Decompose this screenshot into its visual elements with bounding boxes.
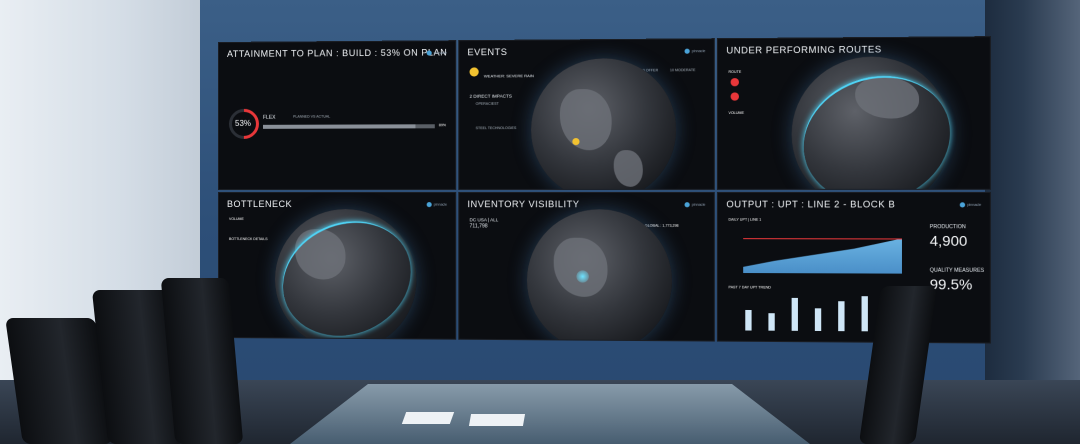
gauge-value: 53% <box>235 119 251 128</box>
trend-bar <box>862 296 868 331</box>
bottleneck-globe <box>275 209 416 340</box>
inventory-globe <box>527 209 672 341</box>
trend-bar <box>815 308 821 331</box>
global-total: GLOBAL : 1,773,298 <box>645 224 679 229</box>
trend-label: PAST 7 DAY UPT TREND <box>728 285 771 290</box>
column-header: PLANNED VS ACTUAL <box>293 115 330 120</box>
attainment-panel: ATTAINMENT TO PLAN : BUILD : 53% ON PLAN… <box>218 40 456 190</box>
routes-globe <box>792 56 952 190</box>
volume-label: VOLUME <box>229 217 244 222</box>
routes-panel: UNDER PERFORMING ROUTES ROUTE VOLUME <box>717 36 991 190</box>
row-label: FLEX <box>263 115 276 121</box>
inventory-panel: INVENTORY VISIBILITY pinnacle DC USA | A… <box>458 192 715 342</box>
brand-logo: pinnacle <box>960 202 982 207</box>
brand-logo: pinnacle <box>684 202 705 207</box>
routes-title: UNDER PERFORMING ROUTES <box>726 44 881 55</box>
event-heading: WEATHER: SEVERE RAIN <box>484 73 534 78</box>
volume-label: VOLUME <box>728 111 744 116</box>
output-title: OUTPUT : UPT : LINE 2 - BLOCK B <box>726 199 895 209</box>
quality-label: QUALITY MEASURES <box>930 268 984 274</box>
target-line <box>743 238 902 239</box>
output-panel: OUTPUT : UPT : LINE 2 - BLOCK B pinnacle… <box>717 192 991 344</box>
events-stat-3: 10 MODERATE <box>670 68 696 73</box>
progress-fill <box>263 124 416 129</box>
left-wall <box>0 0 205 444</box>
paper-sheet <box>469 414 525 426</box>
paper-sheet <box>402 412 454 424</box>
bottleneck-panel: BOTTLENECK pinnacle VOLUME BOTTLENECK DE… <box>218 192 456 340</box>
video-wall: ATTAINMENT TO PLAN : BUILD : 53% ON PLAN… <box>218 36 991 352</box>
location-value: 711,798 <box>470 223 488 229</box>
impacts-heading: 2 DIRECT IMPACTS <box>470 94 512 99</box>
brand-logo: pinnacle <box>427 50 447 55</box>
bottleneck-title: BOTTLENECK <box>227 199 292 209</box>
production-value: 4,900 <box>930 232 968 249</box>
daily-label: DAILY UPT | LINE 1 <box>728 218 761 223</box>
trend-bar <box>792 297 798 330</box>
trend-bar <box>838 301 844 331</box>
details-label: BOTTLENECK DETAILS <box>229 237 268 242</box>
bottleneck-route <box>264 201 430 340</box>
events-globe <box>531 58 676 190</box>
trend-bar-chart <box>745 294 904 332</box>
inventory-hotspot <box>576 270 588 282</box>
right-wall <box>985 0 1080 444</box>
location-label: DC USA | ALL <box>470 217 499 222</box>
glass-table <box>290 384 810 444</box>
brand-logo: pinnacle <box>684 49 705 54</box>
quality-value: 99.5% <box>930 276 973 293</box>
inventory-title: INVENTORY VISIBILITY <box>467 199 579 209</box>
events-title: EVENTS <box>467 47 507 57</box>
impact-item-1: OPERACIEST <box>476 102 499 107</box>
route-path <box>785 56 969 190</box>
row-percent: 89% <box>439 123 446 128</box>
brand-logo: pinnacle <box>427 202 447 207</box>
route-icon-2 <box>731 92 739 100</box>
trend-bar <box>885 305 891 331</box>
attainment-title: ATTAINMENT TO PLAN : BUILD : 53% ON PLAN <box>227 47 447 59</box>
production-label: PRODUCTION <box>930 224 966 230</box>
events-panel: EVENTS pinnacle 0 OFFLINE 0 OFFER 10 MOD… <box>458 38 715 190</box>
impact-item-2: STEEL TECHNOLOGIES <box>476 126 517 131</box>
trend-bar <box>745 310 751 330</box>
trend-bar <box>768 313 774 331</box>
weather-icon <box>470 67 479 76</box>
conference-room-scene: ATTAINMENT TO PLAN : BUILD : 53% ON PLAN… <box>0 0 1080 444</box>
event-marker <box>572 138 579 145</box>
route-icon-1 <box>731 78 739 86</box>
route-label: ROUTE <box>728 70 741 75</box>
